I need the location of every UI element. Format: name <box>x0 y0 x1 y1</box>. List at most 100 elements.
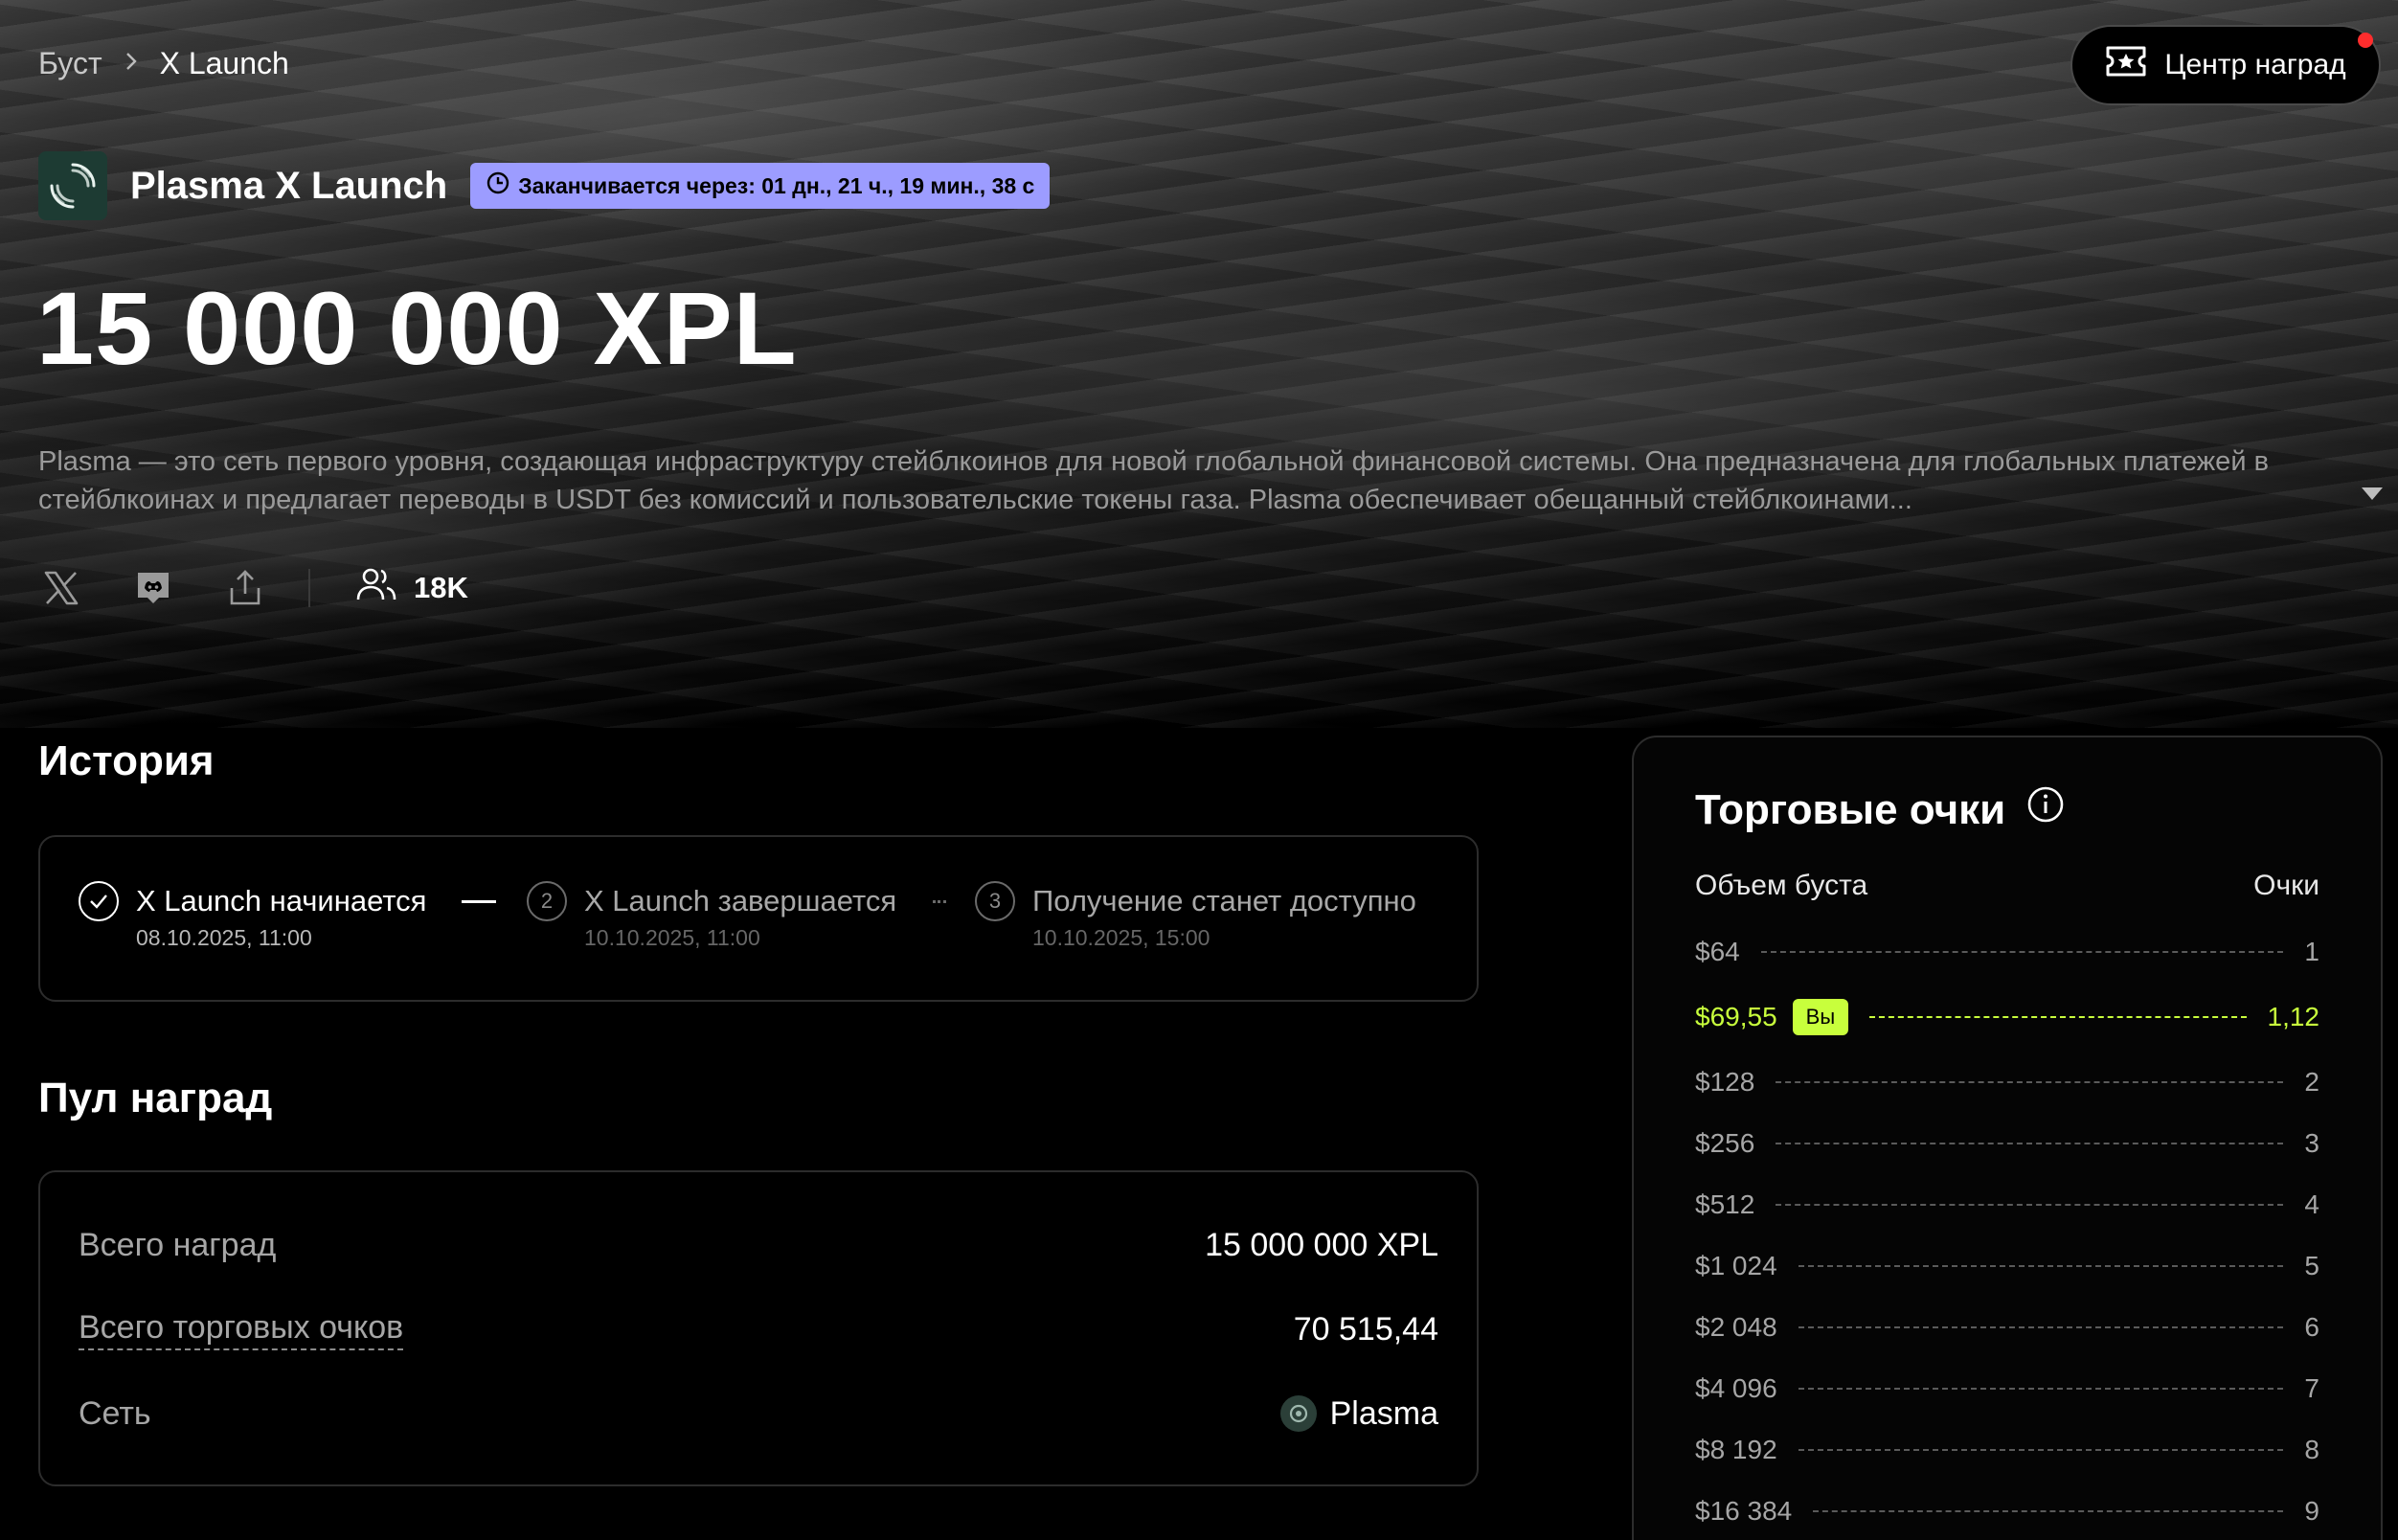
tier-row-you: $69,55 Вы 1,12 <box>1695 998 2319 1036</box>
tier-row: $64 1 <box>1695 933 2319 971</box>
page: Буст X Launch Центр наград Plasma X Laun… <box>0 0 2398 1540</box>
tier-volume: $1 024 <box>1695 1251 1777 1280</box>
plasma-logo-icon <box>1279 1395 1317 1432</box>
step-number: 3 <box>975 881 1015 921</box>
caret-down-icon[interactable] <box>2360 485 2385 507</box>
social-links: 18K <box>38 565 468 611</box>
reward-pool-card: Всего наград 15 000 000 XPL Всего торгов… <box>38 1170 1479 1486</box>
step-title: X Launch завершается <box>584 884 897 917</box>
tier-leader <box>1798 1449 2284 1451</box>
clock-icon <box>486 170 510 201</box>
reward-pool-heading: Пул наград <box>38 1075 273 1121</box>
tier-volume: $2 048 <box>1695 1312 1777 1342</box>
tier-points: 9 <box>2304 1496 2319 1526</box>
tier-row: $256 3 <box>1695 1124 2319 1163</box>
pool-label: Всего наград <box>79 1226 277 1263</box>
step-title: X Launch начинается <box>136 884 427 917</box>
project-name: Plasma X Launch <box>130 164 448 207</box>
col-volume: Объем буста <box>1695 870 1868 901</box>
ticket-star-icon <box>2105 44 2147 86</box>
followers-value: 18K <box>414 571 468 604</box>
tier-row: $2 048 6 <box>1695 1308 2319 1347</box>
trading-points-header: Объем буста Очки <box>1695 870 2319 902</box>
countdown-text: Заканчивается через: 01 дн., 21 ч., 19 м… <box>518 172 1035 198</box>
tier-points: 4 <box>2304 1189 2319 1219</box>
tier-volume: $4 096 <box>1695 1373 1777 1403</box>
tier-row: $512 4 <box>1695 1186 2319 1224</box>
trading-points-panel: Торговые очки Объем буста Очки $64 1 $69… <box>1632 736 2383 1540</box>
x-twitter-icon[interactable] <box>38 565 84 611</box>
step-date: 10.10.2025, 15:00 <box>1032 925 1210 950</box>
tier-volume: $8 192 <box>1695 1435 1777 1464</box>
tier-volume: $256 <box>1695 1128 1755 1158</box>
discord-icon[interactable] <box>130 565 176 611</box>
timeline-connector <box>462 900 496 903</box>
chevron-right-icon <box>124 48 139 80</box>
tier-points: 5 <box>2304 1251 2319 1280</box>
followers-count: 18K <box>356 567 468 609</box>
divider <box>308 569 310 607</box>
pool-row-total-points: Всего торговых очков 70 515,44 <box>79 1301 1438 1358</box>
pool-label: Сеть <box>79 1394 151 1432</box>
tier-volume: $128 <box>1695 1067 1755 1097</box>
rewards-center-button[interactable]: Центр наград <box>2070 25 2381 105</box>
step-number: 2 <box>527 881 567 921</box>
countdown-badge: Заканчивается через: 01 дн., 21 ч., 19 м… <box>470 163 1051 209</box>
tier-leader <box>1798 1388 2284 1390</box>
info-icon[interactable] <box>2026 785 2065 834</box>
plasma-logo-icon <box>38 151 107 220</box>
rewards-center-label: Центр наград <box>2164 49 2346 80</box>
timeline-connector <box>933 900 946 903</box>
pool-value: 15 000 000 XPL <box>1205 1226 1438 1263</box>
tier-points: 2 <box>2304 1067 2319 1097</box>
tier-volume: $512 <box>1695 1189 1755 1219</box>
tier-volume: $64 <box>1695 937 1740 966</box>
tier-leader <box>1869 1016 2247 1018</box>
step-title: Получение станет доступно <box>1032 884 1416 917</box>
tier-points: 8 <box>2304 1435 2319 1464</box>
tier-leader <box>1776 1143 2284 1144</box>
tier-points: 7 <box>2304 1373 2319 1403</box>
tier-volume: $16 384 <box>1695 1496 1793 1526</box>
tier-points: 1,12 <box>2267 1002 2320 1031</box>
network-name: Plasma <box>1329 1394 1438 1432</box>
pool-row-total-rewards: Всего наград 15 000 000 XPL <box>79 1216 1438 1274</box>
step-date: 10.10.2025, 11:00 <box>584 925 760 950</box>
tier-row: $1 024 5 <box>1695 1247 2319 1285</box>
tier-leader <box>1813 1510 2284 1512</box>
col-points: Очки <box>2253 870 2319 901</box>
tier-leader <box>1776 1081 2284 1083</box>
trading-points-heading: Торговые очки <box>1695 785 2065 834</box>
tier-leader <box>1798 1265 2284 1267</box>
history-timeline: X Launch начинается 08.10.2025, 11:00 2 … <box>38 835 1479 1002</box>
tier-row: $8 192 8 <box>1695 1431 2319 1469</box>
history-heading: История <box>38 737 215 784</box>
tier-volume: $69,55 <box>1695 1002 1777 1031</box>
trading-points-title: Торговые очки <box>1695 785 2006 833</box>
tier-row: $128 2 <box>1695 1063 2319 1101</box>
network-value: Plasma <box>1279 1394 1438 1433</box>
tier-points: 3 <box>2304 1128 2319 1158</box>
pool-value: 70 515,44 <box>1293 1310 1438 1348</box>
breadcrumb: Буст X Launch <box>38 46 289 81</box>
tier-points: 1 <box>2304 937 2319 966</box>
tier-row: $4 096 7 <box>1695 1370 2319 1408</box>
tier-leader <box>1776 1204 2284 1206</box>
tier-row: $16 384 9 <box>1695 1492 2319 1530</box>
pool-row-network: Сеть Plasma <box>79 1385 1438 1442</box>
step-date: 08.10.2025, 11:00 <box>136 925 312 950</box>
reward-amount: 15 000 000 XPL <box>36 270 798 386</box>
project-header: Plasma X Launch Заканчивается через: 01 … <box>38 151 1051 220</box>
you-badge: Вы <box>1792 999 1849 1035</box>
breadcrumb-root-link[interactable]: Буст <box>38 46 102 81</box>
tier-points: 6 <box>2304 1312 2319 1342</box>
pool-label-tooltip[interactable]: Всего торговых очков <box>79 1309 404 1350</box>
tier-leader <box>1798 1326 2284 1328</box>
breadcrumb-current: X Launch <box>159 46 289 80</box>
notification-dot <box>2358 33 2373 48</box>
tier-leader <box>1760 951 2284 953</box>
share-icon[interactable] <box>222 565 268 611</box>
users-icon <box>356 567 396 609</box>
check-icon <box>79 881 119 921</box>
project-description: Plasma — это сеть первого уровня, создаю… <box>38 446 2269 515</box>
